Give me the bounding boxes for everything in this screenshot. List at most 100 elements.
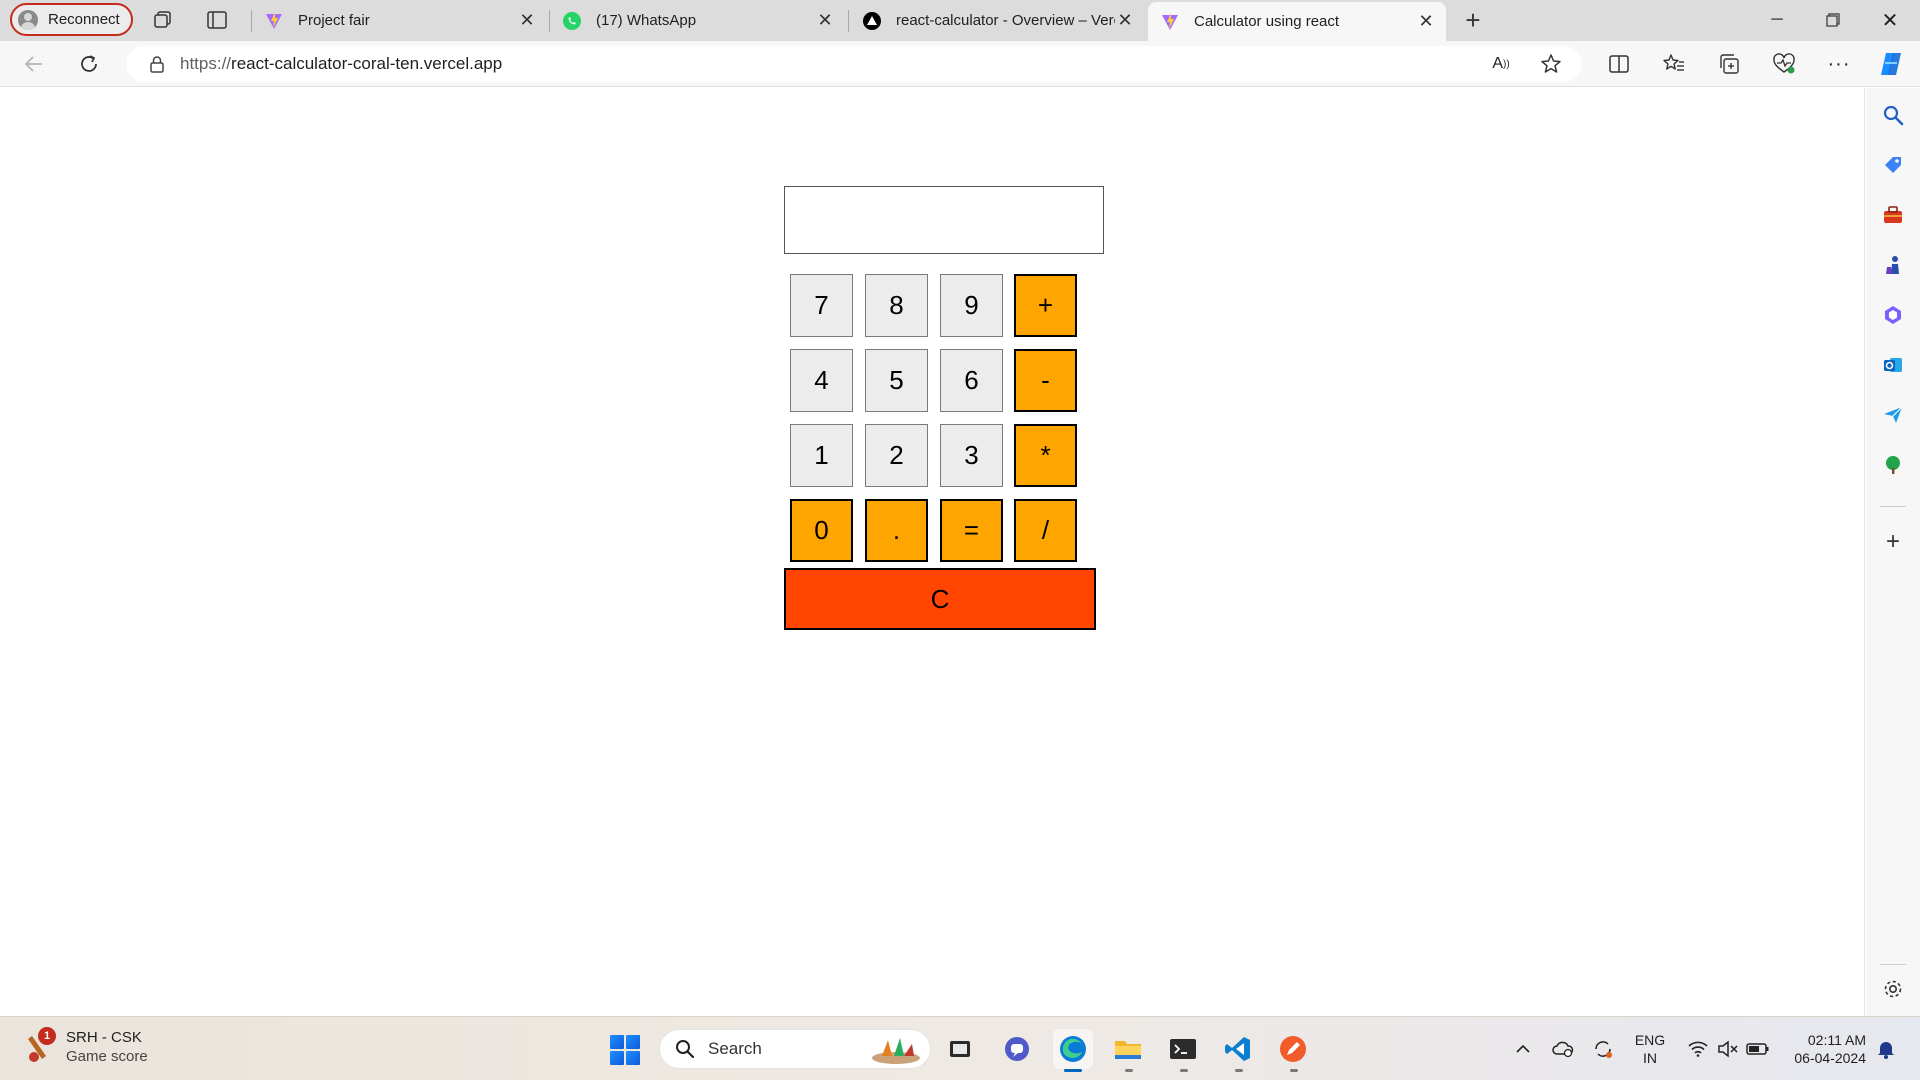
show-hidden-icons-icon[interactable] [1510,1033,1536,1065]
back-icon[interactable] [18,48,50,80]
favorites-icon[interactable] [1660,50,1688,78]
tab-whatsapp[interactable]: (17) WhatsApp ✕ [550,4,845,37]
terminal-icon[interactable] [1163,1029,1203,1069]
lang-code: ENG [1634,1032,1666,1048]
teams-icon[interactable] [997,1029,1037,1069]
tab-close-icon[interactable]: ✕ [815,10,835,31]
tab-close-icon[interactable]: ✕ [517,10,537,31]
split-screen-icon[interactable] [1605,50,1633,78]
key-plus[interactable]: + [1014,274,1077,337]
outlook-icon[interactable] [1881,353,1905,377]
tag-icon[interactable] [1881,153,1905,177]
lang-region: IN [1643,1050,1657,1066]
key-multiply[interactable]: * [1014,424,1077,487]
clock-date: 06-04-2024 [1794,1050,1866,1066]
file-explorer-dark-icon[interactable] [940,1029,980,1069]
copilot-app-icon[interactable] [1881,303,1905,327]
send-icon[interactable] [1881,403,1905,427]
add-icon[interactable]: + [1881,528,1905,555]
tab-title: react-calculator - Overview – Vercel [896,12,1115,29]
tab-separator [848,10,849,32]
chess-icon[interactable] [1881,253,1905,277]
browser-essentials-icon[interactable] [1770,50,1798,78]
onedrive-sync-icon[interactable] [1548,1033,1578,1065]
update-sync-icon[interactable] [1588,1033,1618,1065]
url-scheme: https:// [180,54,232,73]
lock-icon[interactable] [148,54,166,74]
tab-strip: Reconnect Project fair ✕ (17) WhatsApp ✕… [0,0,1920,41]
folder-icon[interactable] [1108,1029,1148,1069]
tab-actions-icon[interactable] [204,8,230,32]
taskbar-active-indicator [1064,1069,1082,1072]
tab-project-fair[interactable]: Project fair ✕ [252,4,547,37]
profile-button[interactable]: Reconnect [10,3,133,36]
key-minus[interactable]: - [1014,349,1077,412]
whatsapp-icon [562,11,582,31]
tab-calculator[interactable]: Calculator using react ✕ [1148,2,1446,41]
key-4[interactable]: 4 [790,349,853,412]
page-content: 7 8 9 + 4 5 6 - 1 2 3 * 0 . = / C [5,88,1865,1016]
address-bar[interactable]: https://react-calculator-coral-ten.verce… [126,46,1582,82]
input-language[interactable]: ENG IN [1630,1031,1670,1067]
url-text[interactable]: https://react-calculator-coral-ten.verce… [180,54,502,74]
tab-close-icon[interactable]: ✕ [1115,10,1135,31]
edge-sidebar: + [1866,88,1920,1016]
tab-title: Project fair [298,12,370,29]
tree-icon[interactable] [1881,453,1905,477]
read-aloud-icon[interactable]: A)) [1488,52,1514,76]
clock-time: 02:11 AM [1807,1032,1866,1048]
key-0[interactable]: 0 [790,499,853,562]
taskbar-running-indicator [1235,1069,1243,1072]
clear-button[interactable]: C [784,568,1096,630]
key-decimal[interactable]: . [865,499,928,562]
search-icon[interactable] [1881,103,1905,127]
key-3[interactable]: 3 [940,424,1003,487]
workspaces-icon[interactable] [150,8,176,32]
sidebar-separator [1880,964,1906,965]
widget-title: SRH - CSK [66,1029,142,1046]
tab-vercel[interactable]: react-calculator - Overview – Vercel ✕ [850,4,1145,37]
avatar-icon [18,9,38,30]
tab-close-icon[interactable]: ✕ [1416,11,1436,32]
key-1[interactable]: 1 [790,424,853,487]
key-7[interactable]: 7 [790,274,853,337]
key-9[interactable]: 9 [940,274,1003,337]
copilot-icon[interactable] [1877,50,1905,78]
key-equals[interactable]: = [940,499,1003,562]
collections-icon[interactable] [1715,50,1743,78]
key-5[interactable]: 5 [865,349,928,412]
cricket-icon: 1 [22,1027,56,1065]
key-8[interactable]: 8 [865,274,928,337]
notification-bell-icon[interactable] [1872,1033,1900,1065]
more-options-icon[interactable]: ··· [1825,50,1853,78]
windows-start-icon[interactable] [610,1035,640,1065]
taskbar: 1 SRH - CSK Game score Search ENG IN 02:… [0,1016,1920,1080]
settings-icon[interactable] [1881,977,1905,1001]
key-divide[interactable]: / [1014,499,1077,562]
toolbox-icon[interactable] [1881,203,1905,227]
vite-favicon-icon [264,11,284,31]
volume-muted-icon[interactable] [1714,1033,1742,1065]
new-tab-icon[interactable]: + [1460,5,1486,35]
refresh-icon[interactable] [73,48,105,80]
profile-label: Reconnect [48,11,120,28]
url-host: react-calculator-coral-ten.vercel.app [231,54,503,73]
close-window-icon[interactable]: ✕ [1862,0,1918,40]
minimize-icon[interactable]: ─ [1749,0,1805,40]
clock[interactable]: 02:11 AM 06-04-2024 [1776,1031,1866,1067]
battery-icon[interactable] [1743,1033,1773,1065]
taskbar-search[interactable]: Search [659,1029,931,1069]
key-6[interactable]: 6 [940,349,1003,412]
restore-icon[interactable] [1805,0,1861,40]
widget-subtitle: Game score [66,1048,148,1065]
widgets-button[interactable]: 1 SRH - CSK Game score [22,1027,148,1065]
taskbar-running-indicator [1125,1069,1133,1072]
key-2[interactable]: 2 [865,424,928,487]
vscode-icon[interactable] [1218,1029,1258,1069]
wifi-icon[interactable] [1684,1033,1712,1065]
vite-favicon-icon [1160,12,1180,32]
favorite-star-icon[interactable] [1538,52,1564,76]
pen-app-icon[interactable] [1273,1029,1313,1069]
edge-icon[interactable] [1053,1029,1093,1069]
calculator-display[interactable] [784,186,1104,254]
